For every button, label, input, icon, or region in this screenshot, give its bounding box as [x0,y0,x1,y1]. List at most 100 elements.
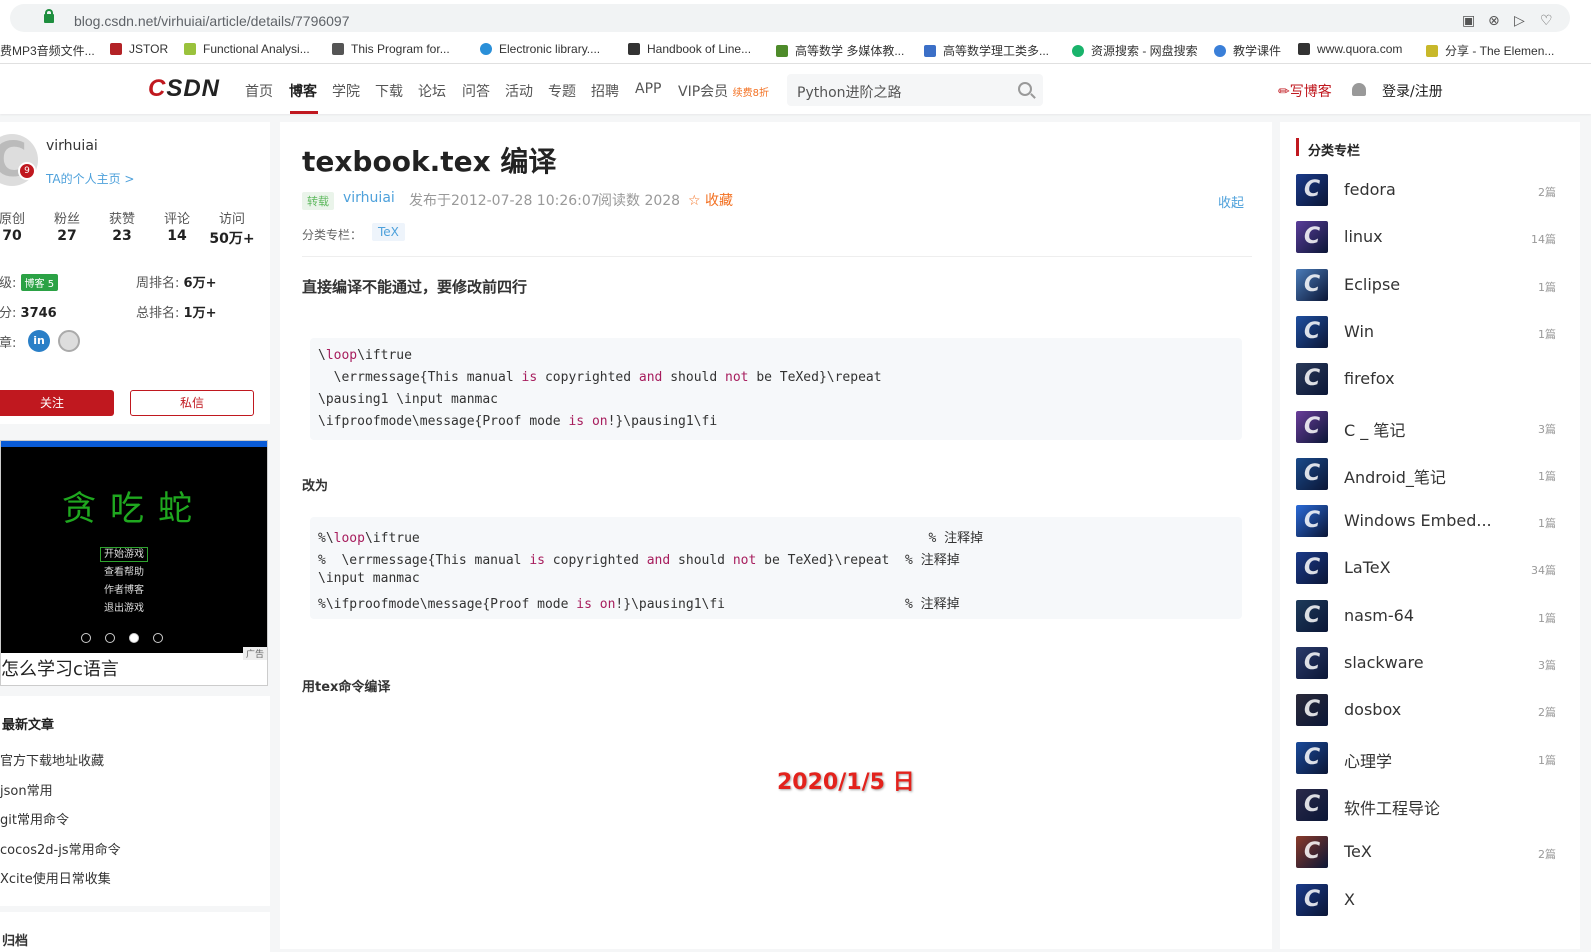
ad-caption[interactable]: 怎么学习c语言 [1,655,119,681]
bookmark-item[interactable]: 分享 - The Elemen... [1426,42,1554,59]
bookmark-item[interactable]: Handbook of Line... [628,42,751,56]
stat-value[interactable]: 14 [152,228,202,244]
category-name[interactable]: TeX [1344,842,1372,861]
category-item[interactable]: LaTeX 34篇 [1296,548,1576,588]
category-item[interactable]: Android_笔记 1篇 [1296,454,1576,494]
stat-value[interactable]: 27 [42,228,92,244]
username[interactable]: virhuiai [46,138,98,154]
carousel-dot[interactable] [81,633,91,643]
category-item[interactable]: slackware 3篇 [1296,643,1576,683]
login-link[interactable]: 登录/注册 [1382,81,1443,101]
homepage-link[interactable]: TA的个人主页 > [46,170,134,187]
category-name[interactable]: 心理学 [1344,748,1392,772]
block-icon[interactable]: ⊗ [1488,13,1500,29]
fold-link[interactable]: 收起 [1218,192,1244,211]
tag-tex[interactable]: TeX [372,223,405,241]
bookmark-item[interactable]: Electronic library.... [480,42,600,56]
category-name[interactable]: dosbox [1344,700,1401,719]
carousel-dot-active[interactable] [129,633,139,643]
code-block-original[interactable]: \loop\iftrue \errmessage{This manual is … [310,338,1242,440]
bookmark-item[interactable]: 高等数学 多媒体教... [776,42,904,59]
author-link[interactable]: virhuiai [343,190,395,206]
camera-icon[interactable]: ▣ [1462,13,1475,29]
ad-image[interactable]: 贪吃蛇 开始游戏 查看帮助 作者博客 退出游戏 广告 [1,441,267,660]
nav-blog[interactable]: 博客 [289,81,317,101]
category-count: 1篇 [1538,517,1556,531]
category-item[interactable]: Win 1篇 [1296,312,1576,352]
bookmark-item[interactable]: 高等数学理工类多... [924,42,1049,59]
category-item[interactable]: 心理学 1篇 [1296,738,1576,778]
bell-icon[interactable] [1352,83,1366,96]
nav-download[interactable]: 下载 [375,81,403,101]
collect-button[interactable]: ☆ 收藏 [688,190,733,210]
category-name[interactable]: Eclipse [1344,275,1400,294]
category-item[interactable]: X [1296,880,1576,920]
category-name[interactable]: X [1344,890,1355,909]
category-name[interactable]: 软件工程导论 [1344,795,1440,819]
stat-value[interactable]: 70 [0,228,37,244]
category-name[interactable]: Windows Embed... [1344,511,1492,530]
send-icon[interactable]: ▷ [1514,13,1525,29]
category-item[interactable]: 软件工程导论 [1296,785,1576,825]
search-input[interactable]: Python进阶之路 [797,82,902,102]
category-name[interactable]: Android_笔记 [1344,464,1446,488]
search-icon[interactable] [1018,82,1032,96]
recent-item[interactable]: 官方下载地址收藏 [0,750,104,769]
address-bar[interactable]: blog.csdn.net/virhuiai/article/details/7… [10,4,1570,32]
recent-item[interactable]: json常用 [0,780,53,799]
category-name[interactable]: Win [1344,322,1374,341]
linkedin-medal-icon[interactable]: in [28,330,50,352]
bookmark-item[interactable]: 资源搜索 - 网盘搜索 [1072,42,1198,59]
category-item[interactable]: linux 14篇 [1296,217,1576,257]
carousel-dot[interactable] [153,633,163,643]
category-name[interactable]: nasm-64 [1344,606,1414,625]
csdn-logo[interactable]: CSDN [148,75,220,103]
category-item[interactable]: fedora 2篇 [1296,170,1576,210]
nav-topic[interactable]: 专题 [548,81,576,101]
bookmark-item[interactable]: 教学课件 [1214,42,1281,59]
bookmark-item[interactable]: www.quora.com [1298,42,1402,56]
category-name[interactable]: linux [1344,227,1383,246]
nav-qa[interactable]: 问答 [462,81,490,101]
message-button[interactable]: 私信 [130,390,254,416]
follow-button[interactable]: 关注 [0,390,114,416]
nav-vip[interactable]: VIP会员 续费8折 [678,81,769,101]
category-name[interactable]: LaTeX [1344,558,1391,577]
recent-item[interactable]: Xcite使用日常收集 [0,868,111,887]
category-item[interactable]: firefox [1296,359,1576,399]
recent-item[interactable]: cocos2d-js常用命令 [0,839,121,858]
nav-jobs[interactable]: 招聘 [591,81,619,101]
category-name[interactable]: C _ 笔记 [1344,417,1405,441]
bookmark-item[interactable]: JSTOR [110,42,168,56]
nav-academy[interactable]: 学院 [332,81,360,101]
heart-icon[interactable]: ♡ [1540,13,1553,29]
nav-activity[interactable]: 活动 [505,81,533,101]
search-box[interactable]: Python进阶之路 [787,74,1043,106]
category-item[interactable]: Windows Embed... 1篇 [1296,501,1576,541]
ad-banner[interactable]: 贪吃蛇 开始游戏 查看帮助 作者博客 退出游戏 广告 怎么学习c语言 [0,440,268,686]
nav-app[interactable]: APP [635,81,661,97]
category-item[interactable]: Eclipse 1篇 [1296,265,1576,305]
site-header: CSDN 首页 博客 学院 下载 论坛 问答 活动 专题 招聘 APP VIP会… [0,64,1591,114]
category-item[interactable]: C _ 笔记 3篇 [1296,407,1576,447]
category-item[interactable]: nasm-64 1篇 [1296,596,1576,636]
stat-value[interactable]: 23 [97,228,147,244]
bookmark-item[interactable]: 费MP3音频文件... [0,42,95,59]
category-name[interactable]: firefox [1344,369,1395,388]
nav-home[interactable]: 首页 [245,81,273,101]
bookmark-item[interactable]: Functional Analysi... [184,42,310,56]
category-name[interactable]: fedora [1344,180,1396,199]
bookmark-item[interactable]: This Program for... [332,42,450,56]
category-name[interactable]: slackware [1344,653,1424,672]
url-text[interactable]: blog.csdn.net/virhuiai/article/details/7… [74,13,350,29]
category-item[interactable]: dosbox 2篇 [1296,690,1576,730]
carousel-dot[interactable] [105,633,115,643]
write-blog-button[interactable]: ✏写博客 [1278,81,1332,101]
category-item[interactable]: TeX 2篇 [1296,832,1576,872]
code-line: % \errmessage{This manual is copyrighted… [318,553,960,568]
stat-value[interactable]: 50万+ [207,228,257,248]
recent-item[interactable]: git常用命令 [0,809,69,828]
nav-forum[interactable]: 论坛 [418,81,446,101]
persistence-medal-icon[interactable] [58,330,80,352]
code-block-modified[interactable]: %\loop\iftrue % 注释掉 % \errmessage{This m… [310,517,1242,619]
